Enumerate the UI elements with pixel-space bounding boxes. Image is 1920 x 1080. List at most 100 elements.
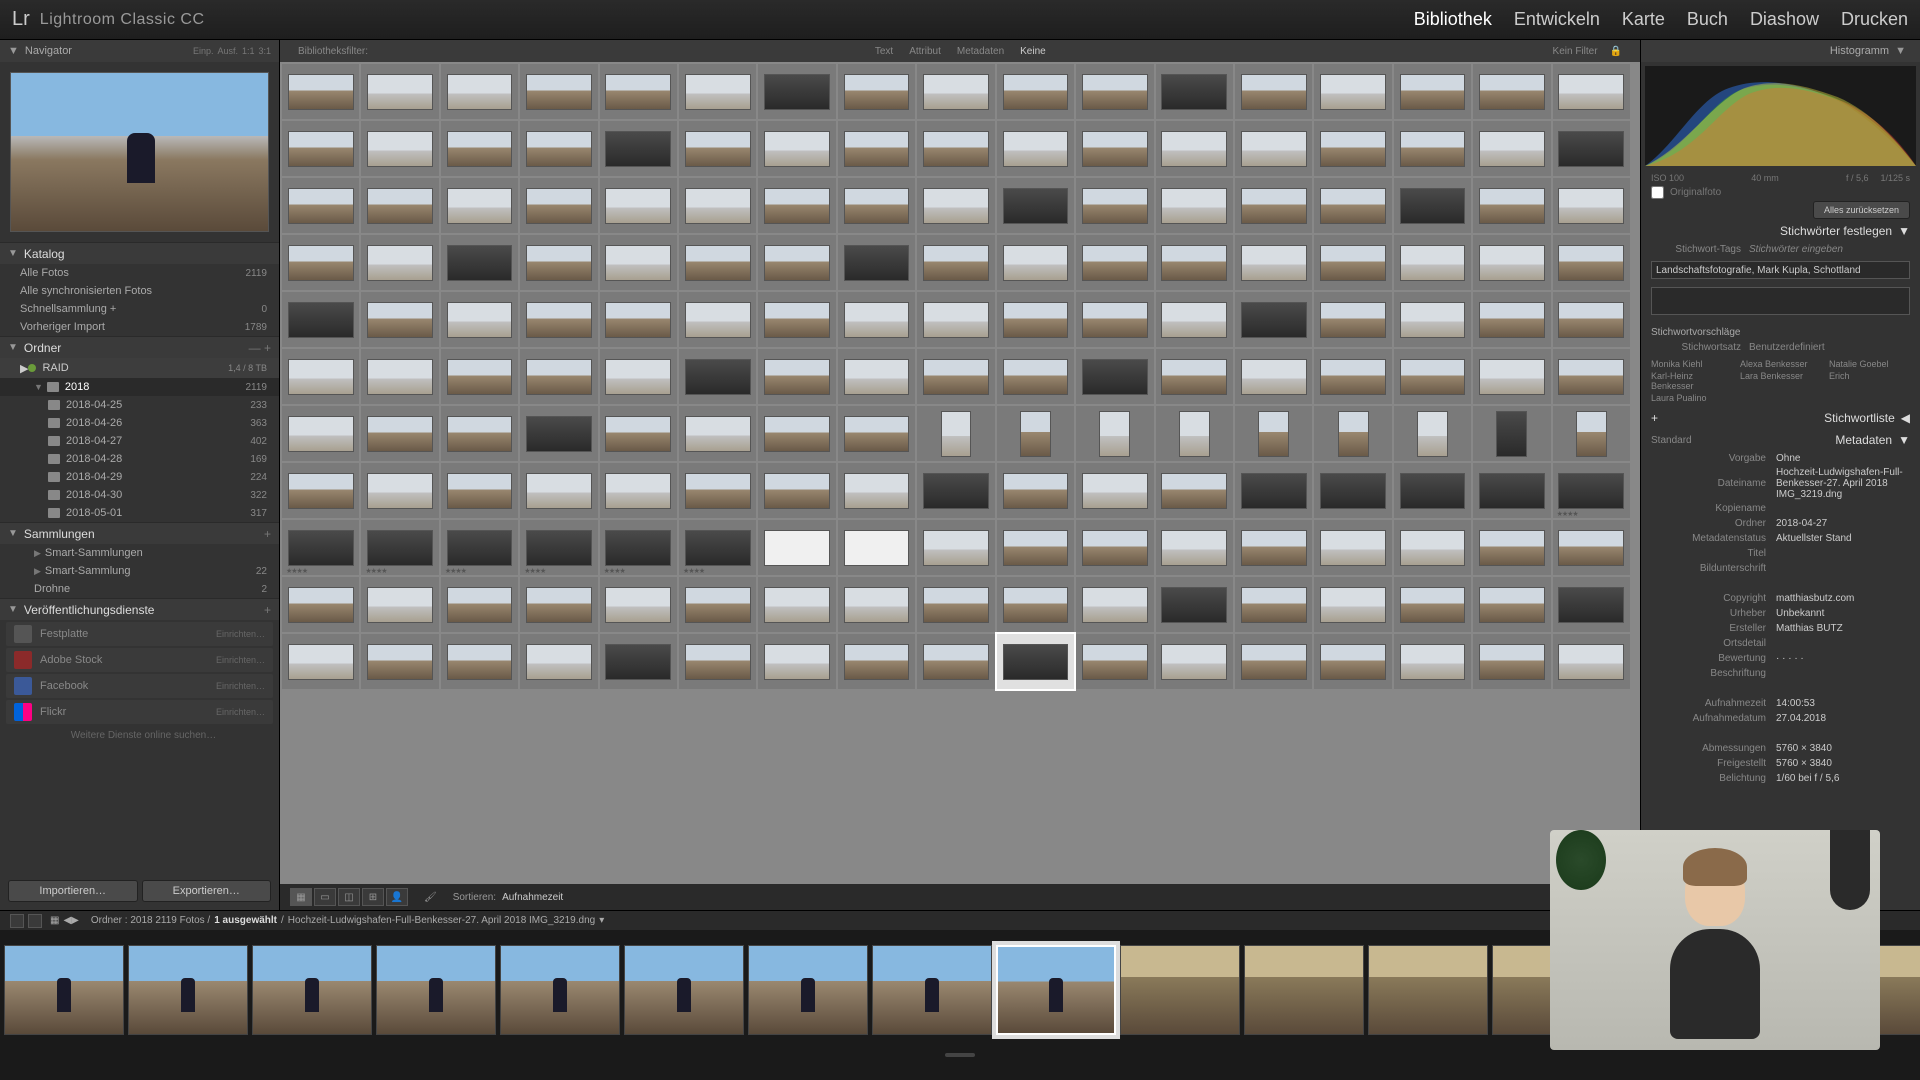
grid-cell[interactable] xyxy=(441,406,518,461)
filmstrip-thumb[interactable] xyxy=(252,945,372,1035)
grid-cell[interactable] xyxy=(600,463,677,518)
metadata-row[interactable]: UrheberUnbekannt xyxy=(1641,606,1920,621)
grid-cell[interactable] xyxy=(1076,634,1153,689)
metadata-row[interactable] xyxy=(1641,576,1920,591)
view-compare-button[interactable]: ◫ xyxy=(338,888,360,906)
grid-cell[interactable]: ★★★★ xyxy=(520,520,597,575)
filmstrip-thumb[interactable] xyxy=(376,945,496,1035)
metadata-row[interactable]: Bewertung· · · · · xyxy=(1641,651,1920,666)
grid-cell[interactable] xyxy=(441,292,518,347)
grid-cell[interactable] xyxy=(1076,463,1153,518)
thumbnail-grid[interactable]: ★★★★★★★★★★★★★★★★★★★★★★★★★★★★ xyxy=(280,62,1640,884)
grid-cell[interactable] xyxy=(1235,349,1312,404)
grid-cell[interactable] xyxy=(917,64,994,119)
keyword-person[interactable]: Lara Benkesser xyxy=(1740,371,1821,391)
grid-cell[interactable] xyxy=(361,121,438,176)
publish-service[interactable]: FlickrEinrichten… xyxy=(6,700,273,724)
grid-cell[interactable] xyxy=(838,235,915,290)
grid-cell[interactable] xyxy=(1314,520,1391,575)
grid-cell[interactable] xyxy=(997,292,1074,347)
grid-cell[interactable] xyxy=(758,634,835,689)
chevron-down-icon[interactable]: ▾ xyxy=(599,915,604,926)
grid-cell[interactable] xyxy=(1076,121,1153,176)
publish-service[interactable]: FacebookEinrichten… xyxy=(6,674,273,698)
filmstrip-thumb[interactable] xyxy=(996,945,1116,1035)
grid-cell[interactable] xyxy=(1235,406,1312,461)
grid-cell[interactable] xyxy=(1314,463,1391,518)
grid-cell[interactable] xyxy=(758,406,835,461)
metadata-row[interactable]: Abmessungen5760 × 3840 xyxy=(1641,741,1920,756)
grid-cell[interactable] xyxy=(520,121,597,176)
grid-cell[interactable] xyxy=(441,577,518,632)
grid-cell[interactable] xyxy=(679,235,756,290)
grid-cell[interactable] xyxy=(520,235,597,290)
grid-cell[interactable] xyxy=(1235,64,1312,119)
keyword-add-input[interactable] xyxy=(1651,287,1910,315)
grid-cell[interactable] xyxy=(282,235,359,290)
module-map[interactable]: Karte xyxy=(1622,9,1665,30)
grid-cell[interactable] xyxy=(361,235,438,290)
keyword-input[interactable]: Landschaftsfotografie, Mark Kupla, Schot… xyxy=(1651,261,1910,279)
metadata-row[interactable]: Freigestellt5760 × 3840 xyxy=(1641,756,1920,771)
meta-mode[interactable]: Standard xyxy=(1651,435,1692,446)
grid-cell[interactable] xyxy=(917,406,994,461)
view-grid-button[interactable]: ▦ xyxy=(290,888,312,906)
folder-date[interactable]: 2018-04-25233 xyxy=(0,396,279,414)
grid-cell[interactable] xyxy=(361,634,438,689)
grid-cell[interactable] xyxy=(361,349,438,404)
navigator-preview[interactable] xyxy=(0,62,279,242)
filter-preset[interactable]: Kein Filter xyxy=(1553,46,1598,57)
metadata-row[interactable]: MetadatenstatusAktuellster Stand xyxy=(1641,531,1920,546)
filmstrip-thumb[interactable] xyxy=(1244,945,1364,1035)
metadata-row[interactable]: ErstellerMatthias BUTZ xyxy=(1641,621,1920,636)
grid-cell[interactable] xyxy=(1314,406,1391,461)
keywords-header[interactable]: Stichwörter festlegen▼ xyxy=(1641,220,1920,242)
grid-cell[interactable] xyxy=(1394,349,1471,404)
grid-cell[interactable] xyxy=(600,121,677,176)
grid-cell[interactable] xyxy=(1473,121,1550,176)
folder-date[interactable]: 2018-04-26363 xyxy=(0,414,279,432)
grid-cell[interactable] xyxy=(1473,349,1550,404)
grid-cell[interactable] xyxy=(1235,520,1312,575)
grid-cell[interactable] xyxy=(1235,634,1312,689)
folder-date[interactable]: 2018-04-27402 xyxy=(0,432,279,450)
module-book[interactable]: Buch xyxy=(1687,9,1728,30)
grid-cell[interactable] xyxy=(600,577,677,632)
filmstrip-thumb[interactable] xyxy=(748,945,868,1035)
publish-add-icon[interactable]: + xyxy=(264,603,271,617)
keyword-person[interactable]: Laura Pualino xyxy=(1651,393,1732,403)
metadata-row[interactable]: Beschriftung xyxy=(1641,666,1920,681)
grid-cell[interactable] xyxy=(917,121,994,176)
filmstrip-thumb[interactable] xyxy=(500,945,620,1035)
nav-back-icon[interactable]: ◀ xyxy=(63,915,71,926)
publish-more[interactable]: Weitere Dienste online suchen… xyxy=(0,726,279,744)
collection-item[interactable]: ▶Smart-Sammlungen xyxy=(0,544,279,562)
grid-cell[interactable] xyxy=(917,178,994,233)
grid-cell[interactable] xyxy=(917,235,994,290)
reset-button[interactable]: Alles zurücksetzen xyxy=(1813,201,1910,219)
kw-set-value[interactable]: Benutzerdefiniert xyxy=(1749,342,1825,353)
grid-cell[interactable] xyxy=(600,235,677,290)
drive-row[interactable]: ▶ RAID 1,4 / 8 TB xyxy=(0,358,279,378)
grid-cell[interactable] xyxy=(1473,463,1550,518)
filmstrip-thumb[interactable] xyxy=(624,945,744,1035)
publish-header[interactable]: ▼ Veröffentlichungsdienste + xyxy=(0,598,279,620)
publish-service[interactable]: FestplatteEinrichten… xyxy=(6,622,273,646)
nav-1to1[interactable]: 1:1 xyxy=(242,46,255,56)
metadata-row[interactable]: Belichtung1/60 bei f / 5,6 xyxy=(1641,771,1920,786)
grid-cell[interactable] xyxy=(441,235,518,290)
grid-cell[interactable] xyxy=(679,406,756,461)
folders-header[interactable]: ▼ Ordner — + xyxy=(0,336,279,358)
grid-cell[interactable] xyxy=(1156,121,1233,176)
catalog-synced[interactable]: Alle synchronisierten Fotos xyxy=(0,282,279,300)
grid-cell[interactable] xyxy=(1314,121,1391,176)
grid-cell[interactable] xyxy=(441,634,518,689)
grid-cell[interactable] xyxy=(838,64,915,119)
grid-cell[interactable] xyxy=(441,178,518,233)
grid-cell[interactable] xyxy=(361,178,438,233)
metadata-row[interactable]: Bildunterschrift xyxy=(1641,561,1920,576)
grid-cell[interactable] xyxy=(838,520,915,575)
nav-fit[interactable]: Einp. xyxy=(193,46,214,56)
filmstrip-thumb[interactable] xyxy=(4,945,124,1035)
grid-cell[interactable] xyxy=(1314,235,1391,290)
